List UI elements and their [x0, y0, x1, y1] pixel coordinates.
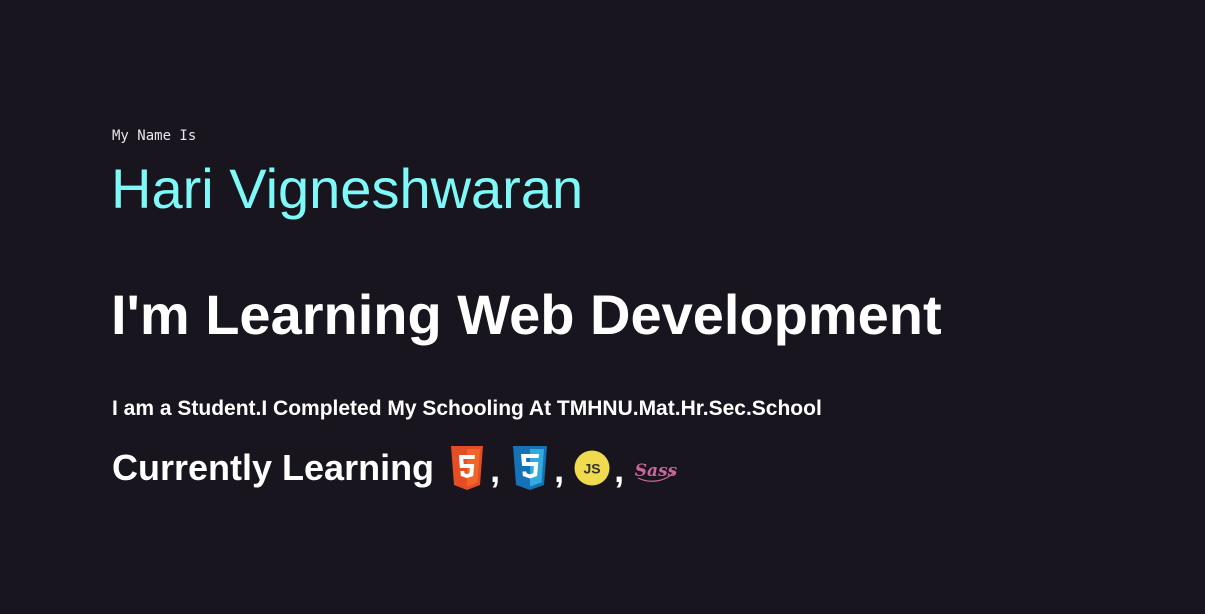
headline: I'm Learning Web Development — [111, 283, 942, 346]
currently-learning-label: Currently Learning — [112, 447, 435, 488]
sass-icon-text: Sass — [635, 461, 678, 481]
separator: , — [554, 449, 565, 490]
currently-learning: Currently Learning , , JS , Sass — [112, 444, 678, 492]
separator: , — [490, 449, 501, 490]
javascript-icon-text: JS — [584, 461, 601, 477]
bio-text: I am a Student.I Completed My Schooling … — [112, 397, 822, 420]
html5-icon — [448, 445, 486, 492]
sass-icon: Sass — [634, 450, 678, 486]
css3-icon — [510, 445, 550, 492]
name-heading: Hari Vigneshwaran — [111, 157, 584, 220]
javascript-icon: JS — [574, 450, 610, 486]
separator: , — [614, 449, 625, 490]
intro-label: My Name Is — [112, 128, 197, 144]
